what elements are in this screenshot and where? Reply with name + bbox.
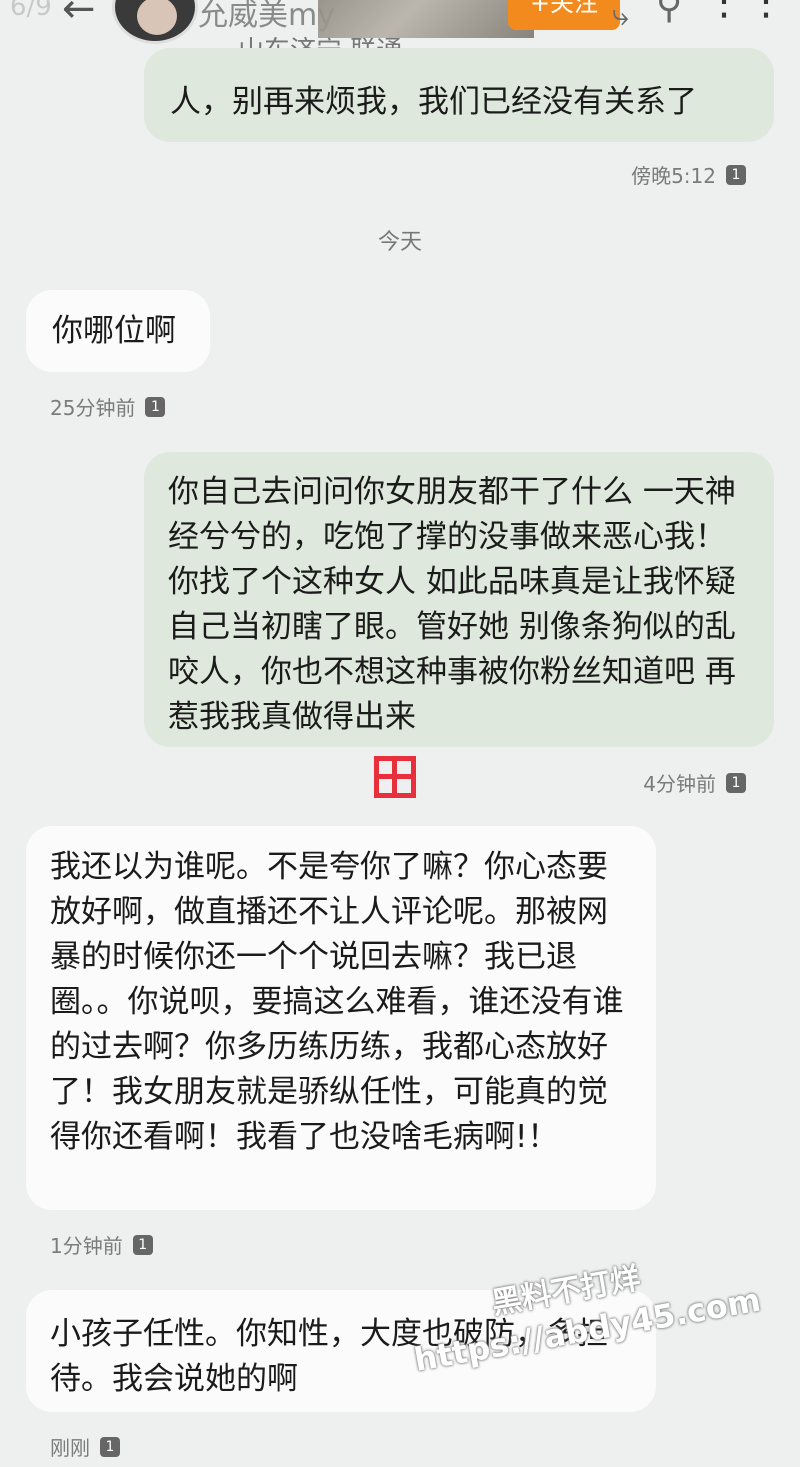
message-time: 刚刚 1 <box>50 1432 120 1461</box>
watermark: 黑料不打烊 https://abdy45.com <box>403 1228 800 1452</box>
read-badge-icon: 1 <box>132 1234 153 1255</box>
share-icon[interactable]: ⤷ <box>612 0 629 33</box>
more-icon[interactable]: ⋮⋮ <box>704 0 788 24</box>
message-time: 1分钟前 1 <box>50 1230 153 1259</box>
message-text: 我还以为谁呢。不是夸你了嘛？你心态要放好啊，做直播还不让人评论呢。那被网暴的时候… <box>50 849 624 1155</box>
message-time: 25分钟前 1 <box>50 392 166 421</box>
message-text: 你哪位啊 <box>52 313 176 349</box>
read-badge-icon: 1 <box>726 772 746 793</box>
message-text: 人，别再来烦我，我们已经没有关系了 <box>170 84 697 120</box>
message-time: 4分钟前 1 <box>643 768 746 797</box>
red-grid-emoji-icon <box>374 756 416 798</box>
avatar[interactable] <box>112 0 198 44</box>
status-time: 6/9 <box>10 0 52 22</box>
header-image <box>318 0 534 38</box>
follow-button[interactable]: +关注 <box>508 0 620 30</box>
contact-name: 允威美my <box>198 0 335 33</box>
message-bubble-sent[interactable]: 你自己去问问你女朋友都干了什么 一天神经兮兮的，吃饱了撑的没事做来恶心我！你找了… <box>144 452 774 747</box>
message-text: 你自己去问问你女朋友都干了什么 一天神经兮兮的，吃饱了撑的没事做来恶心我！你找了… <box>168 474 736 735</box>
read-badge-icon: 1 <box>726 164 746 185</box>
back-arrow-icon[interactable]: ← <box>62 0 96 32</box>
read-badge-icon: 1 <box>100 1436 120 1457</box>
date-divider: 今天 <box>377 230 422 255</box>
message-bubble-received[interactable]: 你哪位啊 <box>26 290 210 372</box>
search-icon[interactable]: ⚲ <box>656 0 682 27</box>
read-badge-icon: 1 <box>145 396 166 417</box>
message-time: 傍晚5:12 1 <box>631 160 746 189</box>
message-bubble-sent[interactable]: 人，别再来烦我，我们已经没有关系了 <box>144 48 774 142</box>
message-bubble-received[interactable]: 我还以为谁呢。不是夸你了嘛？你心态要放好啊，做直播还不让人评论呢。那被网暴的时候… <box>26 826 656 1210</box>
